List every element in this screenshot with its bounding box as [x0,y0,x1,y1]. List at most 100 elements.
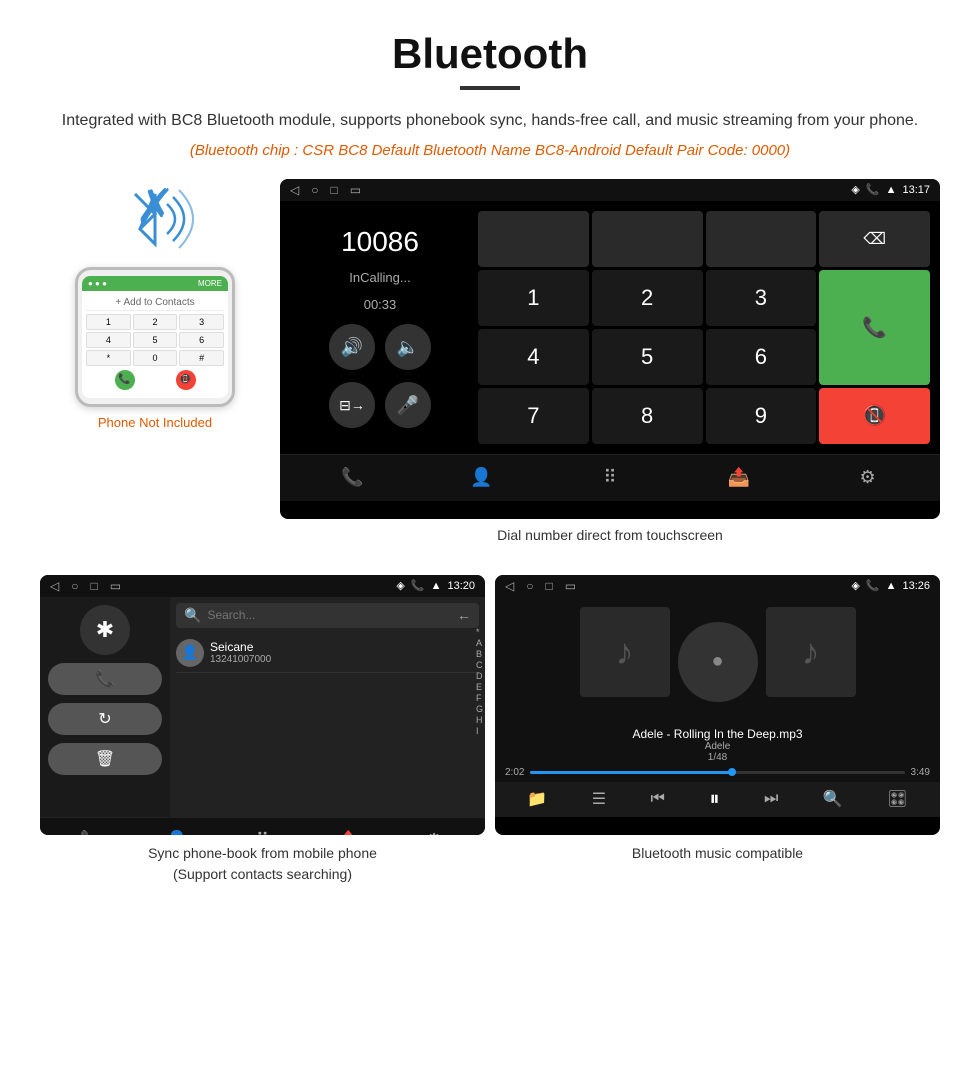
music-folder-button[interactable]: 📁 [527,789,547,809]
dial-delete-button[interactable]: ⌫ [819,211,930,267]
bluetooth-circle-icon: ✱ [80,605,130,655]
music-search-button[interactable]: 🔍 [823,789,843,809]
dial-key-4[interactable]: 4 [478,329,589,385]
contact-name: Seicane [210,640,271,654]
nav-dialpad-icon[interactable]: ⠿ [590,463,630,493]
contacts-search-bar[interactable]: 🔍 ← [176,603,479,628]
contacts-caption: Sync phone-book from mobile phone (Suppo… [40,843,485,885]
dial-caption: Dial number direct from touchscreen [280,527,940,543]
contacts-android-screen: ◁ ○ □ ▭ ◈ 📞 ▲ 13:20 ✱ [40,575,485,835]
volume-up-button[interactable]: 🔊 [329,324,375,370]
contact-list-item[interactable]: 👤 Seicane 13241007000 [176,634,479,673]
music-notif-icon: ▭ [565,579,576,593]
nav-phone-icon[interactable]: 📞 [332,463,372,493]
contacts-statusbar-left: ◁ ○ □ ▭ [50,579,121,593]
contacts-nav-user[interactable]: 👤 [157,826,197,835]
music-back-icon: ◁ [505,579,514,593]
music-location-icon: ◈ [851,579,859,592]
music-center-dot-icon: ● [711,650,723,673]
contacts-call-icon: 📞 [411,579,425,592]
music-title: Adele - Rolling In the Deep.mp3 [505,727,930,741]
phone-key-hash[interactable]: # [179,350,224,366]
dial-key-7[interactable]: 7 [478,388,589,444]
contacts-screen-wrap: ◁ ○ □ ▭ ◈ 📞 ▲ 13:20 ✱ [40,575,485,885]
contacts-notif-icon: ▭ [110,579,121,593]
phone-topbar: ● ● ● MORE [82,276,228,291]
dial-action-btns: 🔊 🔈 [329,324,431,370]
bottom-section: ◁ ○ □ ▭ ◈ 📞 ▲ 13:20 ✱ [40,575,940,885]
phone-end-button[interactable]: 📵 [176,370,196,390]
dial-key-2[interactable]: 2 [592,270,703,326]
dial-end-button[interactable]: 📵 [819,388,930,444]
call-sidebar-button[interactable]: 📞 [48,663,162,695]
alpha-star: * [476,627,483,637]
dial-key-8[interactable]: 8 [592,388,703,444]
contacts-nav-settings[interactable]: ⚙ [414,826,454,835]
music-next-button[interactable]: ⏭ [764,790,778,808]
contacts-search-input[interactable] [207,608,451,622]
nav-transfer-icon[interactable]: 📤 [719,463,759,493]
nav-settings-icon[interactable]: ⚙ [848,463,888,493]
music-recent-icon: □ [545,579,552,593]
alpha-i: I [476,726,483,736]
music-caption: Bluetooth music compatible [495,843,940,864]
phone-not-included-label: Phone Not Included [98,415,212,430]
phone-call-button[interactable]: 📞 [115,370,135,390]
phone-key-0[interactable]: 0 [133,350,178,366]
page-description: Integrated with BC8 Bluetooth module, su… [40,108,940,134]
top-section: ✗ ● ● ● MORE [40,179,940,559]
contacts-delete-icon: ← [457,607,471,623]
contacts-nav-grid[interactable]: ⠿ [242,826,282,835]
home-nav-icon: ○ [311,183,318,197]
phone-key-3[interactable]: 3 [179,314,224,330]
contacts-nav-transfer[interactable]: 📤 [328,826,368,835]
page-container: Bluetooth Integrated with BC8 Bluetooth … [0,0,980,925]
alpha-a: A [476,638,483,648]
music-note-left-icon: ♪ [616,631,634,673]
music-eq-button[interactable]: 🎛 [887,789,907,809]
delete-sidebar-button[interactable]: 🗑 [48,743,162,775]
phone-dialpad: + Add to Contacts 1 2 3 4 5 6 * 0 # [82,291,228,398]
dial-call-button[interactable]: 📞 [819,270,930,385]
dial-key-empty2 [592,211,703,267]
music-progress-track[interactable] [530,771,904,774]
dial-key-3[interactable]: 3 [706,270,817,326]
dial-key-1[interactable]: 1 [478,270,589,326]
sync-sidebar-button[interactable]: ↻ [48,703,162,735]
contacts-time: 13:20 [447,580,475,592]
music-statusbar-left: ◁ ○ □ ▭ [505,579,576,593]
volume-down-button[interactable]: 🔈 [385,324,431,370]
phone-key-1[interactable]: 1 [86,314,131,330]
phone-key-4[interactable]: 4 [86,332,131,348]
dial-key-9[interactable]: 9 [706,388,817,444]
music-play-button[interactable]: ⏸ [709,788,719,811]
music-note-right-icon: ♪ [802,631,820,673]
contacts-statusbar-right: ◈ 📞 ▲ 13:20 [396,579,475,592]
phone-number-display: + Add to Contacts [86,295,224,311]
dial-key-5[interactable]: 5 [592,329,703,385]
contacts-recent-icon: □ [90,579,97,593]
music-statusbar: ◁ ○ □ ▭ ◈ 📞 ▲ 13:26 [495,575,940,597]
music-time-elapsed: 2:02 [505,767,524,778]
phone-key-6[interactable]: 6 [179,332,224,348]
phone-key-5[interactable]: 5 [133,332,178,348]
android-navbar: 📞 👤 ⠿ 📤 ⚙ [280,454,940,501]
mute-button[interactable]: 🎤 [385,382,431,428]
phone-mockup: ● ● ● MORE + Add to Contacts 1 2 3 4 5 6… [75,267,235,407]
contacts-nav-phone[interactable]: 📞 [71,826,111,835]
statusbar-right: ◈ 📞 ▲ 13:17 [851,183,930,196]
phone-topbar-label: ● ● ● [88,279,107,288]
dial-key-6[interactable]: 6 [706,329,817,385]
music-android-screen: ◁ ○ □ ▭ ◈ 📞 ▲ 13:26 ♪ [495,575,940,835]
alpha-d: D [476,671,483,681]
music-list-button[interactable]: ☰ [592,789,606,809]
phone-key-2[interactable]: 2 [133,314,178,330]
contacts-home-icon: ○ [71,579,78,593]
music-albums: ♪ ● ♪ [495,597,940,727]
transfer-button[interactable]: ⊟→ [329,382,375,428]
phone-key-star[interactable]: * [86,350,131,366]
alpha-g: G [476,704,483,714]
music-prev-button[interactable]: ⏮ [651,790,665,808]
alpha-f: F [476,693,483,703]
nav-contacts-icon[interactable]: 👤 [461,463,501,493]
